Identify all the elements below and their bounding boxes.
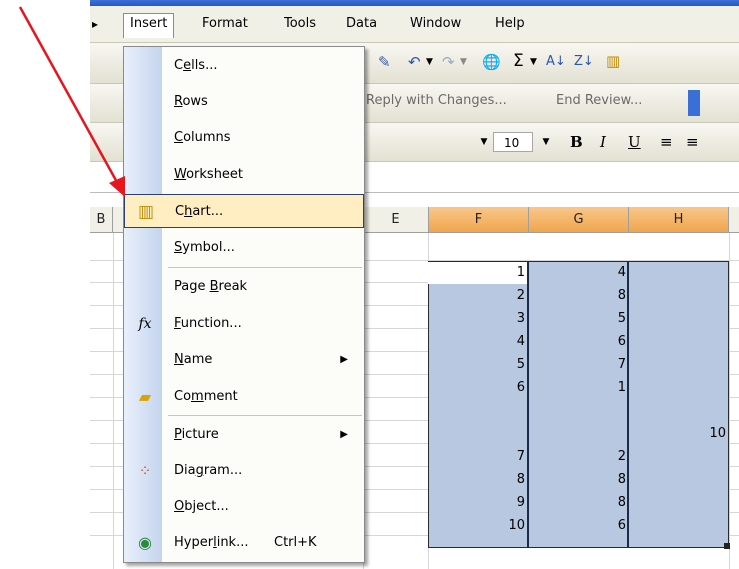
arrow-line bbox=[18, 6, 120, 185]
annotation-arrow bbox=[18, 6, 125, 197]
arrow-head bbox=[109, 176, 125, 197]
